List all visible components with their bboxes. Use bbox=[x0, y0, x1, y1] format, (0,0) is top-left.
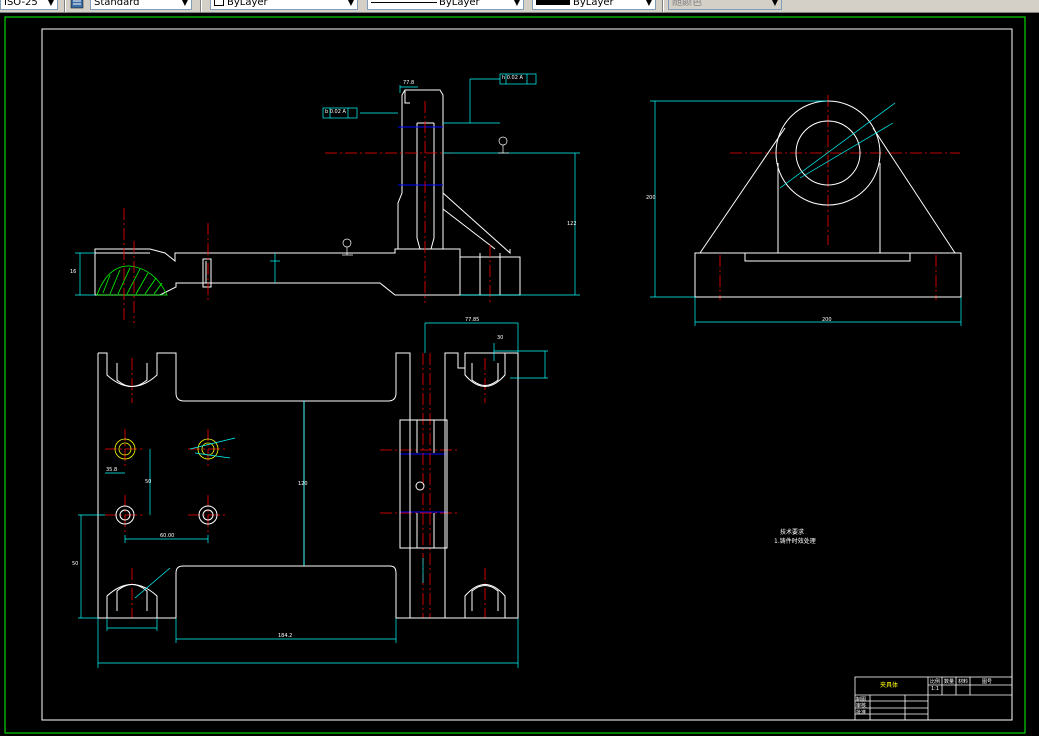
dim-bottom-width: 200 bbox=[822, 317, 832, 323]
dim-front-height: 16 bbox=[70, 269, 77, 275]
dim-plan-depth: 77.85 bbox=[465, 317, 480, 323]
text-style-value: ISO-25 bbox=[4, 0, 38, 8]
quantity-label: 数量 bbox=[944, 679, 955, 685]
dim-hole-pitch-y: 50 bbox=[145, 479, 152, 485]
material-label: 材料 bbox=[958, 679, 969, 685]
dim-side-width: 200 bbox=[646, 195, 656, 201]
dim-side-height: 122 bbox=[567, 221, 577, 227]
plot-style-value: 随颜色 bbox=[672, 0, 702, 8]
ratio-value: 1:1 bbox=[931, 686, 940, 692]
color-combo[interactable]: ByLayer ▼ bbox=[210, 0, 358, 10]
cad-drawing bbox=[4, 16, 1026, 734]
center-lines bbox=[105, 95, 960, 618]
section-hatch bbox=[96, 265, 168, 296]
inner-frame bbox=[41, 28, 1013, 721]
ratio-label: 比例 bbox=[930, 679, 941, 685]
dim-center-height: 120 bbox=[298, 481, 308, 487]
chevron-down-icon[interactable]: ▼ bbox=[770, 0, 780, 8]
properties-toolbar: ISO-25 ▼ Standard ▼ ByLayer ▼ ByLayer ▼ … bbox=[0, 0, 1039, 13]
dim-lower-slot: 184.2 bbox=[278, 633, 293, 639]
dim-edge-dist: 50 bbox=[72, 561, 79, 567]
dim-hole-pitch-x: 60.00 bbox=[160, 533, 175, 539]
toolbar-separator bbox=[200, 0, 202, 12]
color-value: ByLayer bbox=[227, 0, 268, 8]
linetype-combo[interactable]: ByLayer ▼ bbox=[367, 0, 524, 10]
checked-label: 审核 bbox=[856, 703, 867, 709]
sheet-label: 图号 bbox=[982, 679, 993, 685]
tech-notes-line1: 1.铸件时效处理 bbox=[774, 538, 816, 545]
dim-hole-pos: 35.8 bbox=[106, 467, 118, 473]
dim-slot-width: 30 bbox=[497, 335, 504, 341]
lineweight-value: ByLayer bbox=[573, 0, 614, 8]
color-swatch-icon bbox=[214, 0, 224, 6]
chevron-down-icon[interactable]: ▼ bbox=[512, 0, 522, 8]
roughness-symbols bbox=[342, 136, 509, 256]
gdt-frame-left: b 0.02 A bbox=[325, 109, 346, 115]
plan-view bbox=[97, 352, 519, 619]
plot-style-combo[interactable]: 随颜色 ▼ bbox=[668, 0, 782, 10]
chevron-down-icon[interactable]: ▼ bbox=[644, 0, 654, 8]
front-view bbox=[94, 89, 521, 296]
gdt-frame-right: h 0.02 A bbox=[502, 75, 523, 81]
dim-style-combo[interactable]: Standard ▼ bbox=[90, 0, 192, 10]
chevron-down-icon[interactable]: ▼ bbox=[46, 0, 56, 8]
lineweight-combo[interactable]: ByLayer ▼ bbox=[532, 0, 656, 10]
toolbar-separator bbox=[64, 0, 66, 12]
approved-label: 批准 bbox=[856, 710, 867, 716]
drawing-name: 夹具体 bbox=[880, 682, 899, 689]
dim-style-value: Standard bbox=[94, 0, 140, 8]
text-style-combo[interactable]: ISO-25 ▼ bbox=[0, 0, 58, 10]
linetype-value: ByLayer bbox=[439, 0, 480, 8]
linetype-preview-icon bbox=[371, 1, 437, 3]
drawing-canvas[interactable]: 技术要求 1.铸件时效处理 夹具体 比例 数量 材料 图号 1:1 制图 审核 … bbox=[0, 13, 1039, 736]
dim-top-width: 77.8 bbox=[403, 80, 415, 86]
dimension-style-icon[interactable] bbox=[70, 0, 84, 9]
hidden-lines bbox=[398, 126, 447, 513]
lineweight-preview-icon bbox=[536, 0, 570, 5]
toolbar-separator bbox=[662, 0, 664, 12]
chevron-down-icon[interactable]: ▼ bbox=[180, 0, 190, 8]
chevron-down-icon[interactable]: ▼ bbox=[346, 0, 356, 8]
tech-notes-title: 技术要求 bbox=[780, 529, 805, 536]
